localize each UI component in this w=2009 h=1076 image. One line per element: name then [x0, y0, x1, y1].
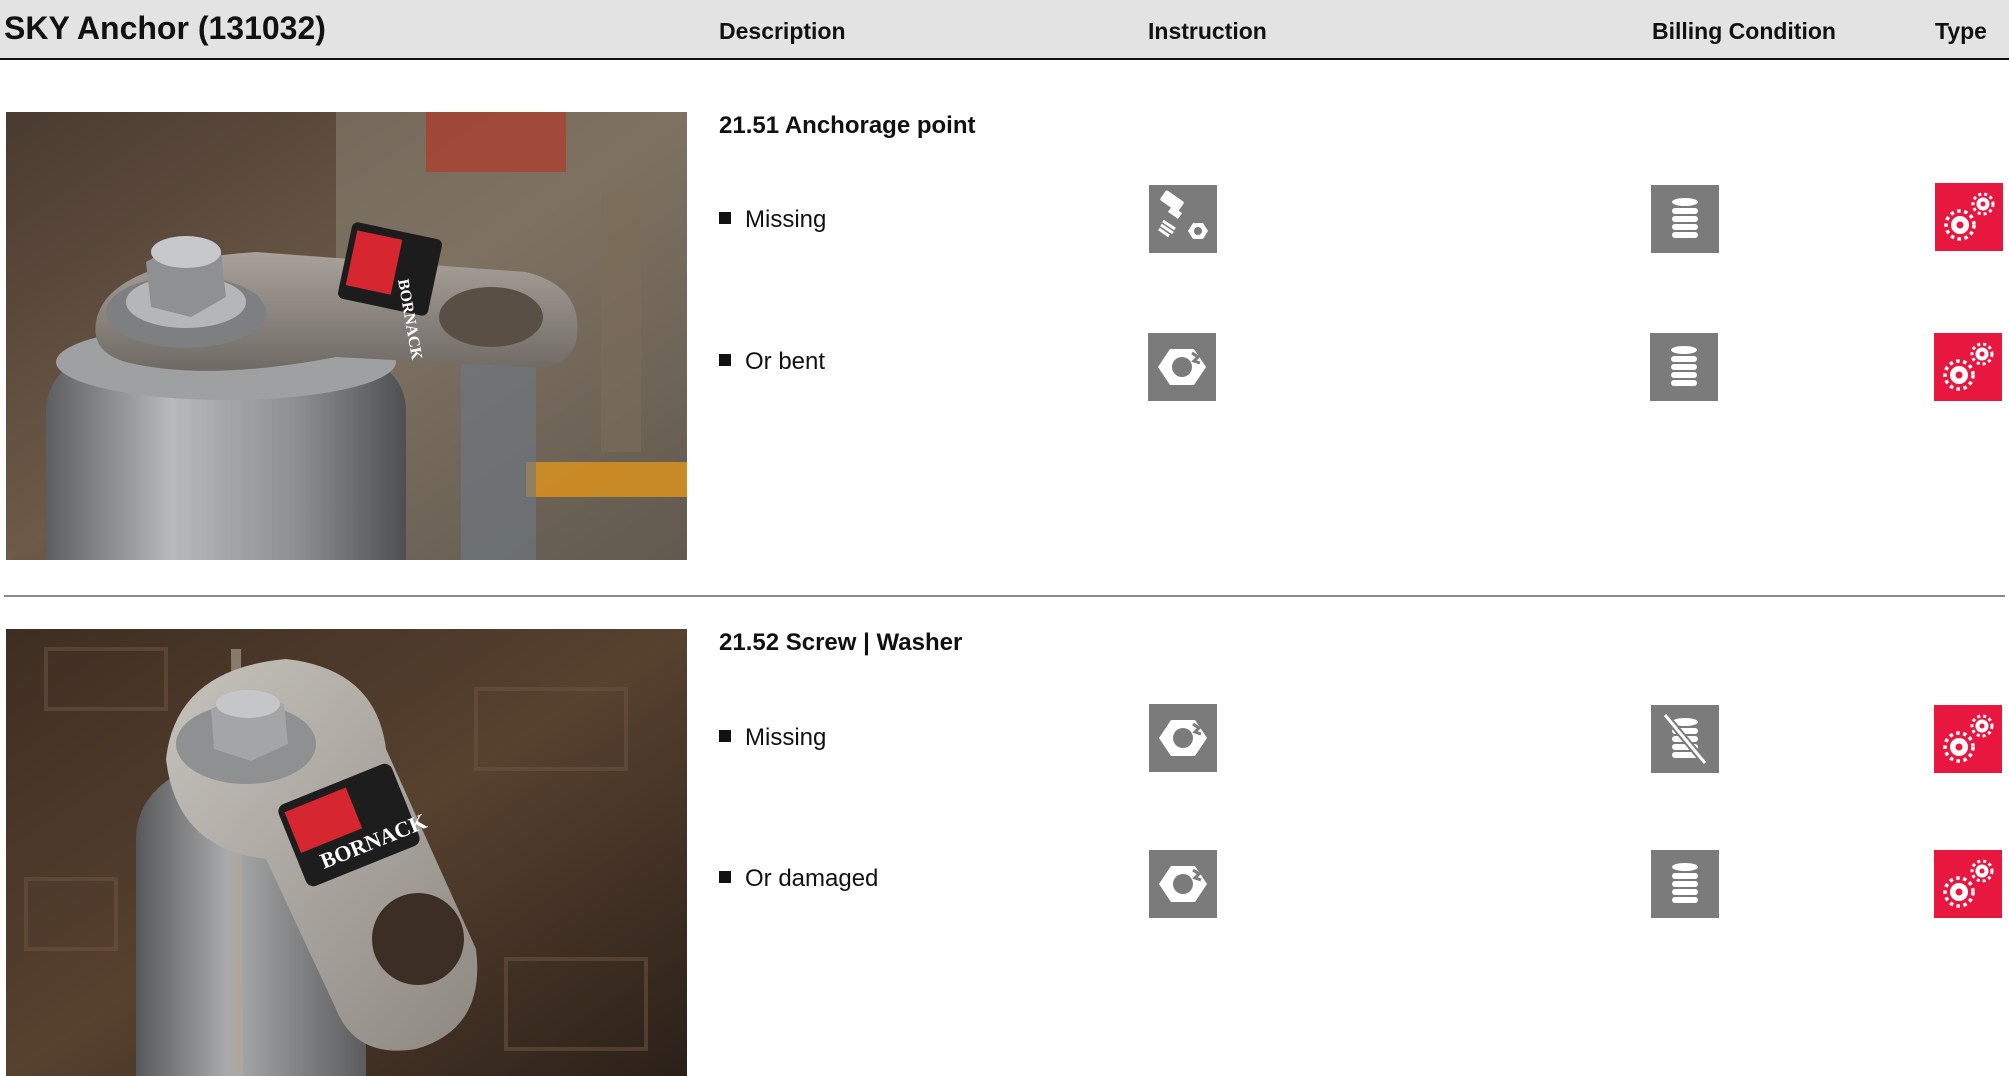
table-header: SKY Anchor (131032) Description Instruct…	[0, 0, 2009, 60]
list-item: Or bent	[719, 348, 825, 376]
column-header-instruction: Instruction	[1148, 18, 1267, 44]
gears-icon	[1934, 850, 2002, 918]
gears-icon	[1934, 333, 2002, 401]
bullet	[719, 212, 731, 224]
bolt-nut-icon	[1149, 185, 1217, 253]
item-text: Or damaged	[745, 865, 879, 892]
list-item: Missing	[719, 206, 826, 234]
coin-stack-crossed-icon	[1651, 705, 1719, 773]
column-header-type: Type	[1935, 18, 1987, 44]
item-text: Missing	[745, 724, 827, 751]
list-item: Or damaged	[719, 865, 878, 893]
column-header-description: Description	[719, 18, 846, 44]
item-text: Or bent	[745, 348, 826, 375]
screw-washer-photo: BORNACK	[6, 629, 687, 1076]
item-text: Missing	[745, 206, 827, 233]
anchorage-point-photo: BORNACK	[6, 112, 687, 560]
list-item: Missing	[719, 724, 826, 752]
section-title-anchorage-point: 21.51 Anchorage point	[719, 112, 976, 139]
gears-icon	[1934, 705, 2002, 773]
nut-icon	[1149, 850, 1217, 918]
section-title-screw-washer: 21.52 Screw | Washer	[719, 629, 963, 656]
gears-icon	[1935, 183, 2003, 251]
coin-stack-icon	[1651, 850, 1719, 918]
section-divider	[4, 595, 2005, 597]
bullet	[719, 871, 731, 883]
bullet	[719, 730, 731, 742]
nut-icon	[1149, 704, 1217, 772]
bullet	[719, 354, 731, 366]
coin-stack-icon	[1651, 185, 1719, 253]
page-title: SKY Anchor (131032)	[4, 10, 326, 46]
nut-icon	[1148, 333, 1216, 401]
column-header-billing-condition: Billing Condition	[1652, 18, 1836, 44]
coin-stack-icon	[1650, 333, 1718, 401]
